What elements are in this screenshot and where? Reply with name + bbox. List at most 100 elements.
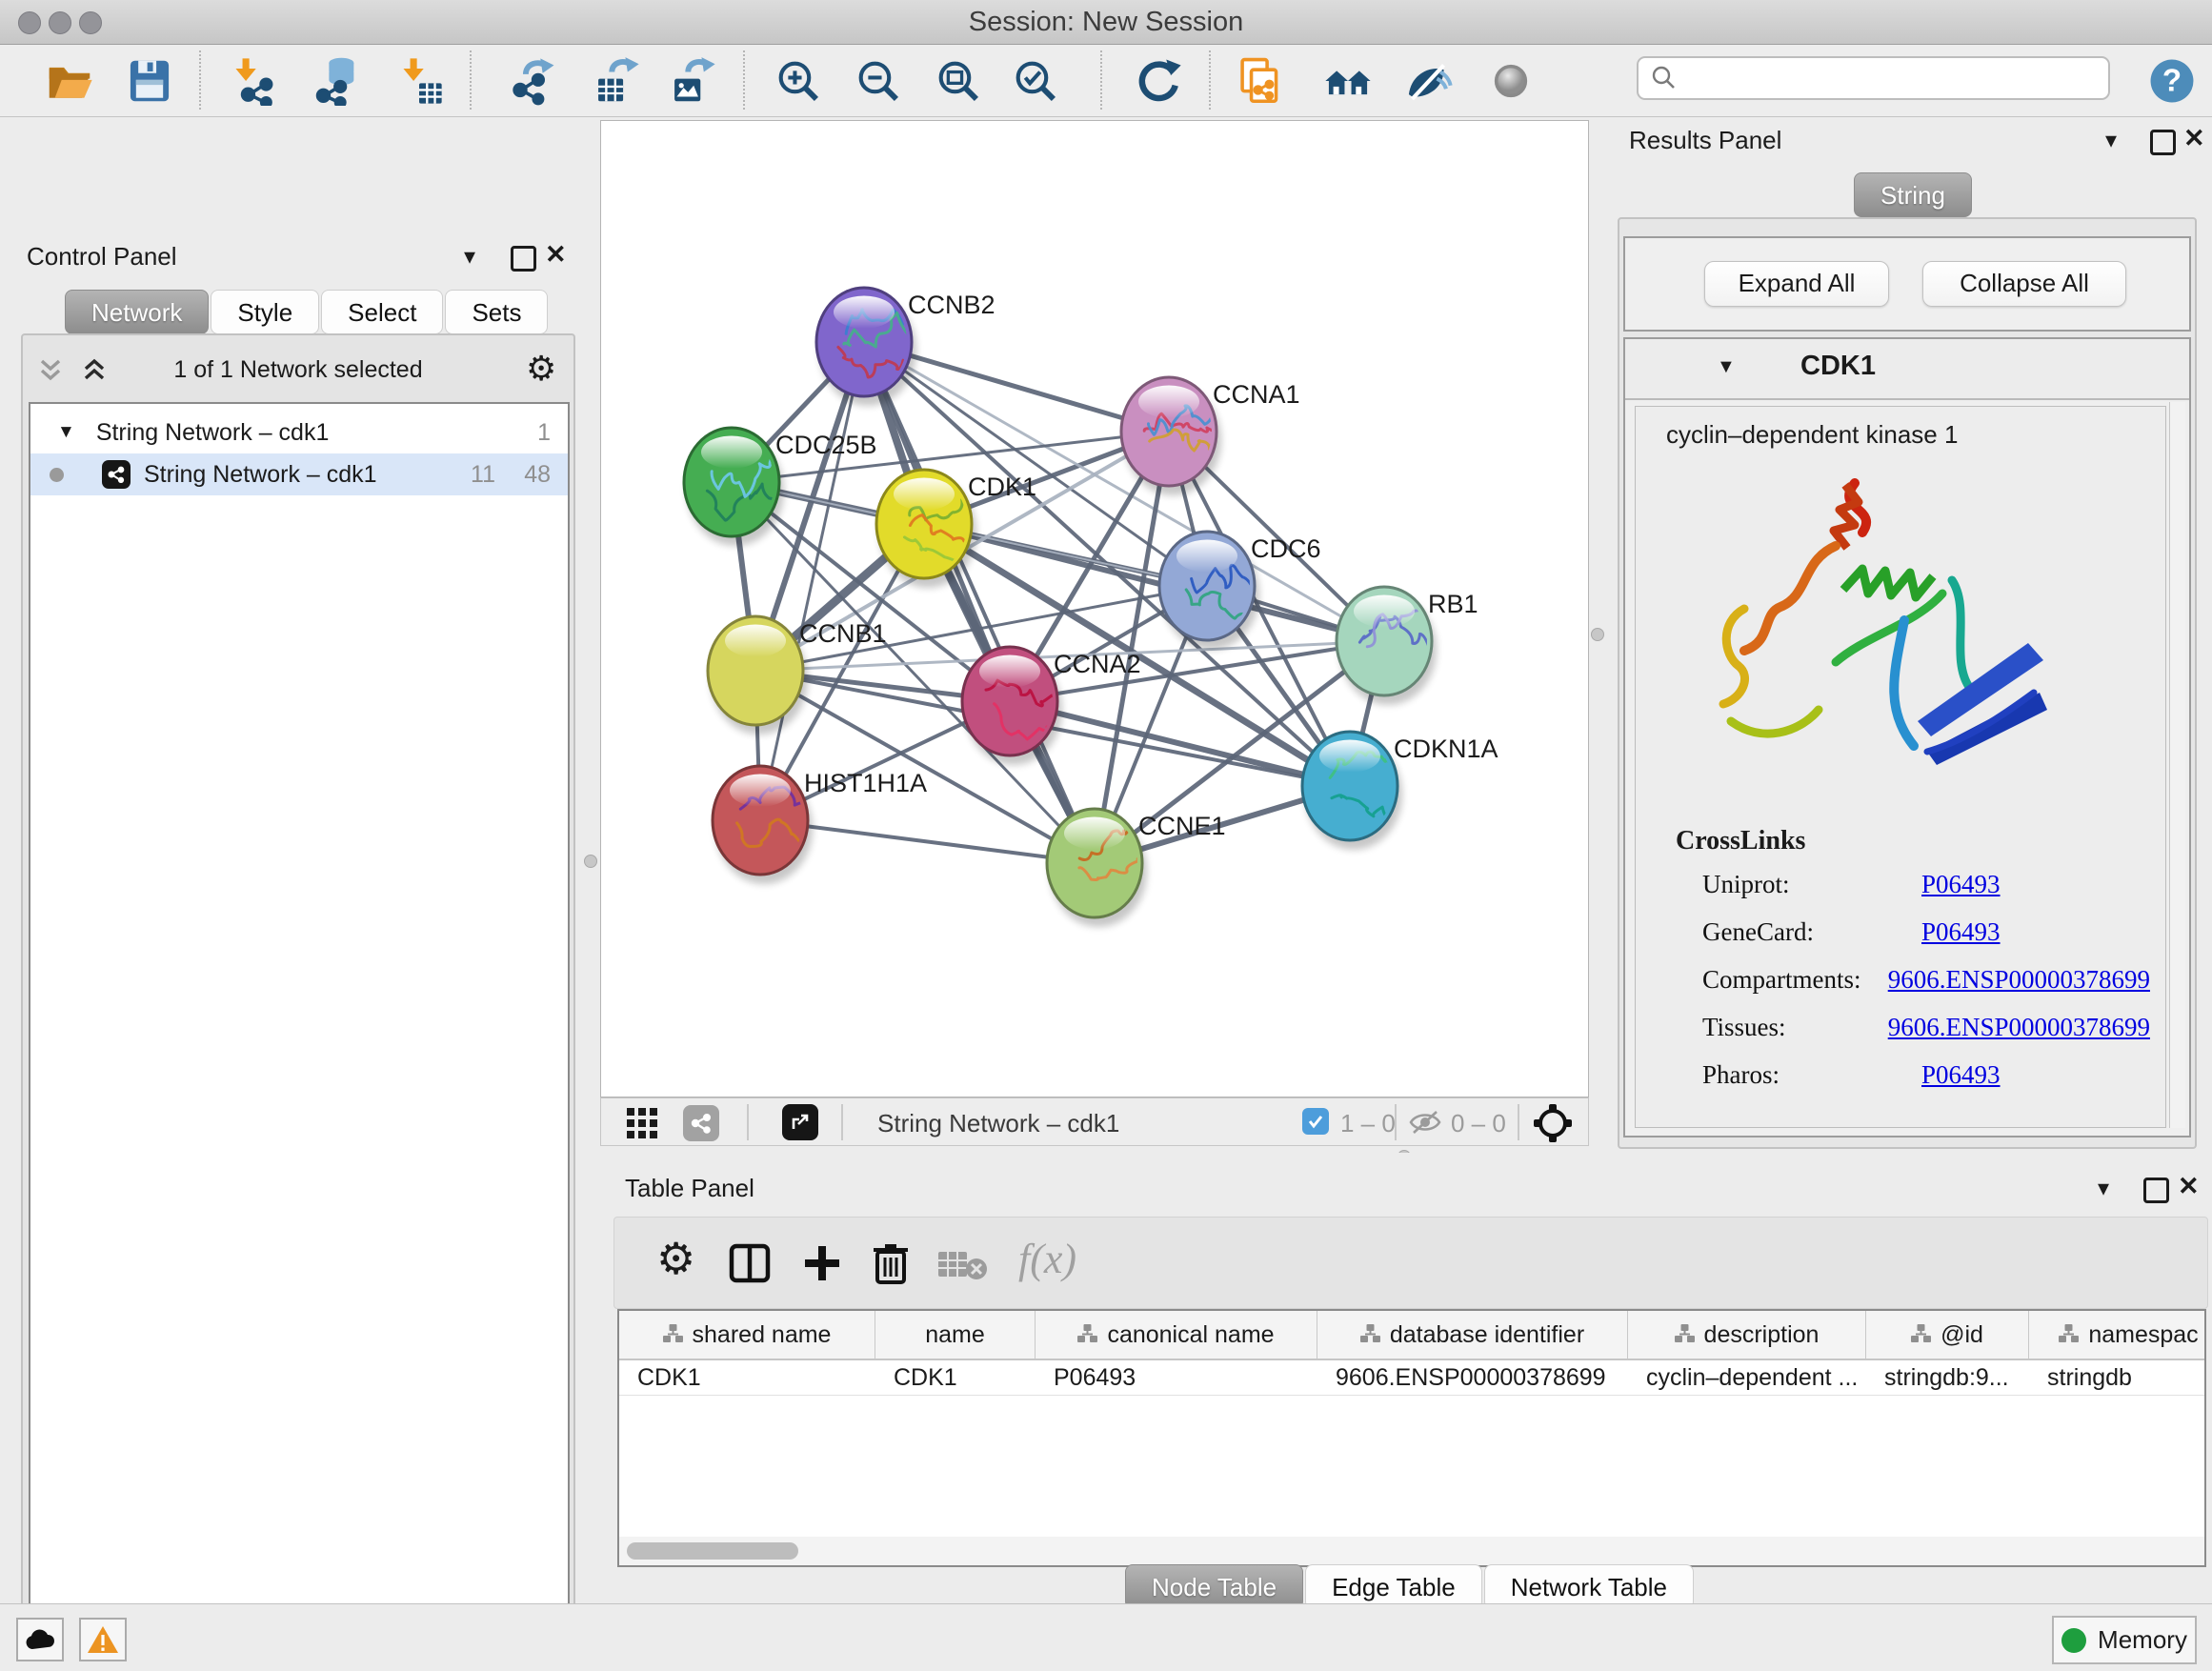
table-cell[interactable]: 9606.ENSP00000378699	[1317, 1360, 1628, 1395]
results-scrollbar[interactable]	[2169, 402, 2185, 1128]
network-tree: ▼ String Network – cdk1 1 String Network…	[29, 402, 570, 1671]
table-hscrollbar[interactable]	[619, 1537, 2204, 1565]
crosslink-label: GeneCard:	[1702, 917, 1921, 947]
control-panel-menu-icon[interactable]: ▾	[464, 243, 475, 271]
node-result-header[interactable]: ▼ CDK1	[1625, 339, 2189, 400]
collapse-triangle-icon[interactable]: ▼	[1717, 356, 1736, 378]
node-label-RB1: RB1	[1428, 590, 1478, 618]
column-header-canonical-name[interactable]: canonical name	[1036, 1311, 1317, 1359]
table-options-gear-icon[interactable]: ⚙	[656, 1233, 695, 1284]
tab-edge-table[interactable]: Edge Table	[1305, 1564, 1482, 1609]
collapse-triangle-icon[interactable]: ▼	[57, 422, 75, 443]
graph-node-CDC6[interactable]: CDC6	[1159, 532, 1321, 640]
table-row[interactable]: CDK1CDK1P064939606.ENSP00000378699cyclin…	[619, 1360, 2204, 1396]
table-cell[interactable]: stringdb:9...	[1866, 1360, 2029, 1395]
memory-button[interactable]: Memory	[2052, 1616, 2197, 1664]
column-header-shared-name[interactable]: shared name	[619, 1311, 875, 1359]
graph-node-RB1[interactable]: RB1	[1337, 587, 1478, 695]
table-cell[interactable]: stringdb	[2029, 1360, 2206, 1395]
table-cell[interactable]: P06493	[1036, 1360, 1317, 1395]
column-header-name[interactable]: name	[875, 1311, 1036, 1359]
open-folder-icon	[45, 56, 94, 106]
tab-select[interactable]: Select	[321, 290, 443, 334]
delete-column-icon[interactable]	[870, 1240, 912, 1284]
tab-style[interactable]: Style	[211, 290, 319, 334]
tab-sets[interactable]: Sets	[445, 290, 548, 334]
home-button[interactable]	[1321, 54, 1375, 108]
import-network-database-button[interactable]	[312, 54, 366, 108]
node-label-CDK1: CDK1	[968, 473, 1036, 501]
details-orb-icon	[1486, 56, 1536, 106]
current-network-title: String Network – cdk1	[877, 1109, 1119, 1138]
show-columns-icon[interactable]	[729, 1242, 771, 1284]
table-hscrollbar-thumb[interactable]	[627, 1542, 798, 1560]
zoom-in-button[interactable]	[772, 54, 825, 108]
export-image-icon	[668, 56, 717, 106]
crosslink-link[interactable]: 9606.ENSP00000378699	[1888, 1013, 2150, 1042]
control-panel-float-icon[interactable]	[511, 246, 536, 272]
crosslink-link[interactable]: P06493	[1921, 1060, 2001, 1090]
string-documents-button[interactable]	[1234, 54, 1287, 108]
table-cell[interactable]: cyclin–dependent ...	[1628, 1360, 1866, 1395]
column-header-@id[interactable]: @id	[1866, 1311, 2029, 1359]
tab-network-table[interactable]: Network Table	[1484, 1564, 1694, 1609]
results-panel-close-icon[interactable]: ✕	[2183, 124, 2205, 153]
network-options-gear-icon[interactable]: ⚙	[526, 349, 556, 389]
crosslink-label: Compartments:	[1702, 965, 1888, 995]
refresh-button[interactable]	[1132, 54, 1185, 108]
grid-view-icon[interactable]	[626, 1107, 658, 1139]
window-titlebar[interactable]: Session: New Session	[0, 0, 2212, 45]
table-panel-menu-icon[interactable]: ▾	[2098, 1175, 2109, 1202]
control-panel-tabs: NetworkStyleSelectSets	[65, 290, 550, 334]
left-splitter-handle[interactable]	[584, 855, 597, 868]
export-table-button[interactable]	[590, 54, 643, 108]
zoom-selected-button[interactable]	[1009, 54, 1062, 108]
crosslink-link[interactable]: P06493	[1921, 917, 2001, 947]
import-network-file-button[interactable]	[225, 54, 278, 108]
network-graph[interactable]: CCNB2CCNA1CDC25BCDK1CDC6RB1CCNB1CCNA2CDK…	[601, 121, 1588, 1097]
results-panel-float-icon[interactable]	[2150, 130, 2176, 155]
column-header-database-identifier[interactable]: database identifier	[1317, 1311, 1628, 1359]
node-label-HIST1H1A: HIST1H1A	[804, 769, 927, 797]
crosslink-link[interactable]: 9606.ENSP00000378699	[1888, 965, 2150, 995]
tab-network[interactable]: Network	[65, 290, 209, 334]
tab-string[interactable]: String	[1854, 172, 1972, 217]
help-button[interactable]: ?	[2145, 54, 2199, 108]
table-panel-float-icon[interactable]	[2143, 1178, 2169, 1203]
collapse-all-button[interactable]: Collapse All	[1922, 261, 2126, 307]
toolbar-separator	[470, 50, 472, 110]
warning-status-button[interactable]	[79, 1618, 127, 1661]
hide-graphics-details-button[interactable]	[1401, 54, 1455, 108]
export-image-button[interactable]	[666, 54, 719, 108]
graph-node-HIST1H1A[interactable]: HIST1H1A	[713, 766, 927, 875]
open-in-window-icon[interactable]	[782, 1104, 818, 1140]
graphics-details-button[interactable]	[1484, 54, 1538, 108]
control-panel-close-icon[interactable]: ✕	[545, 240, 567, 270]
zoom-fit-button[interactable]	[932, 54, 985, 108]
column-header-namespac[interactable]: namespac	[2029, 1311, 2206, 1359]
cloud-status-button[interactable]	[16, 1618, 64, 1661]
network-share-view-icon[interactable]	[683, 1105, 719, 1141]
network-canvas[interactable]: CCNB2CCNA1CDC25BCDK1CDC6RB1CCNB1CCNA2CDK…	[600, 120, 1589, 1097]
zoom-out-button[interactable]	[852, 54, 905, 108]
expand-all-button[interactable]: Expand All	[1704, 261, 1889, 307]
column-header-description[interactable]: description	[1628, 1311, 1866, 1359]
results-panel-menu-icon[interactable]: ▾	[2105, 127, 2117, 154]
search-box[interactable]	[1637, 56, 2110, 100]
open-session-button[interactable]	[43, 54, 96, 108]
save-session-button[interactable]	[123, 54, 176, 108]
table-cell[interactable]: CDK1	[875, 1360, 1036, 1395]
tab-node-table[interactable]: Node Table	[1125, 1564, 1303, 1609]
network-collection-row[interactable]: ▼ String Network – cdk1 1	[30, 412, 568, 453]
network-row-selected[interactable]: String Network – cdk1 11 48	[30, 453, 568, 495]
import-table-file-button[interactable]	[392, 54, 446, 108]
add-column-icon[interactable]	[801, 1242, 843, 1284]
birdseye-crosshair-icon[interactable]	[1533, 1103, 1573, 1143]
column-label: name	[925, 1321, 985, 1349]
selected-nodes-checkbox-icon[interactable]	[1302, 1108, 1329, 1135]
table-cell[interactable]: CDK1	[619, 1360, 875, 1395]
search-input[interactable]	[1688, 64, 2108, 92]
export-network-button[interactable]	[506, 54, 559, 108]
crosslink-link[interactable]: P06493	[1921, 870, 2001, 899]
table-panel-close-icon[interactable]: ✕	[2178, 1172, 2200, 1201]
